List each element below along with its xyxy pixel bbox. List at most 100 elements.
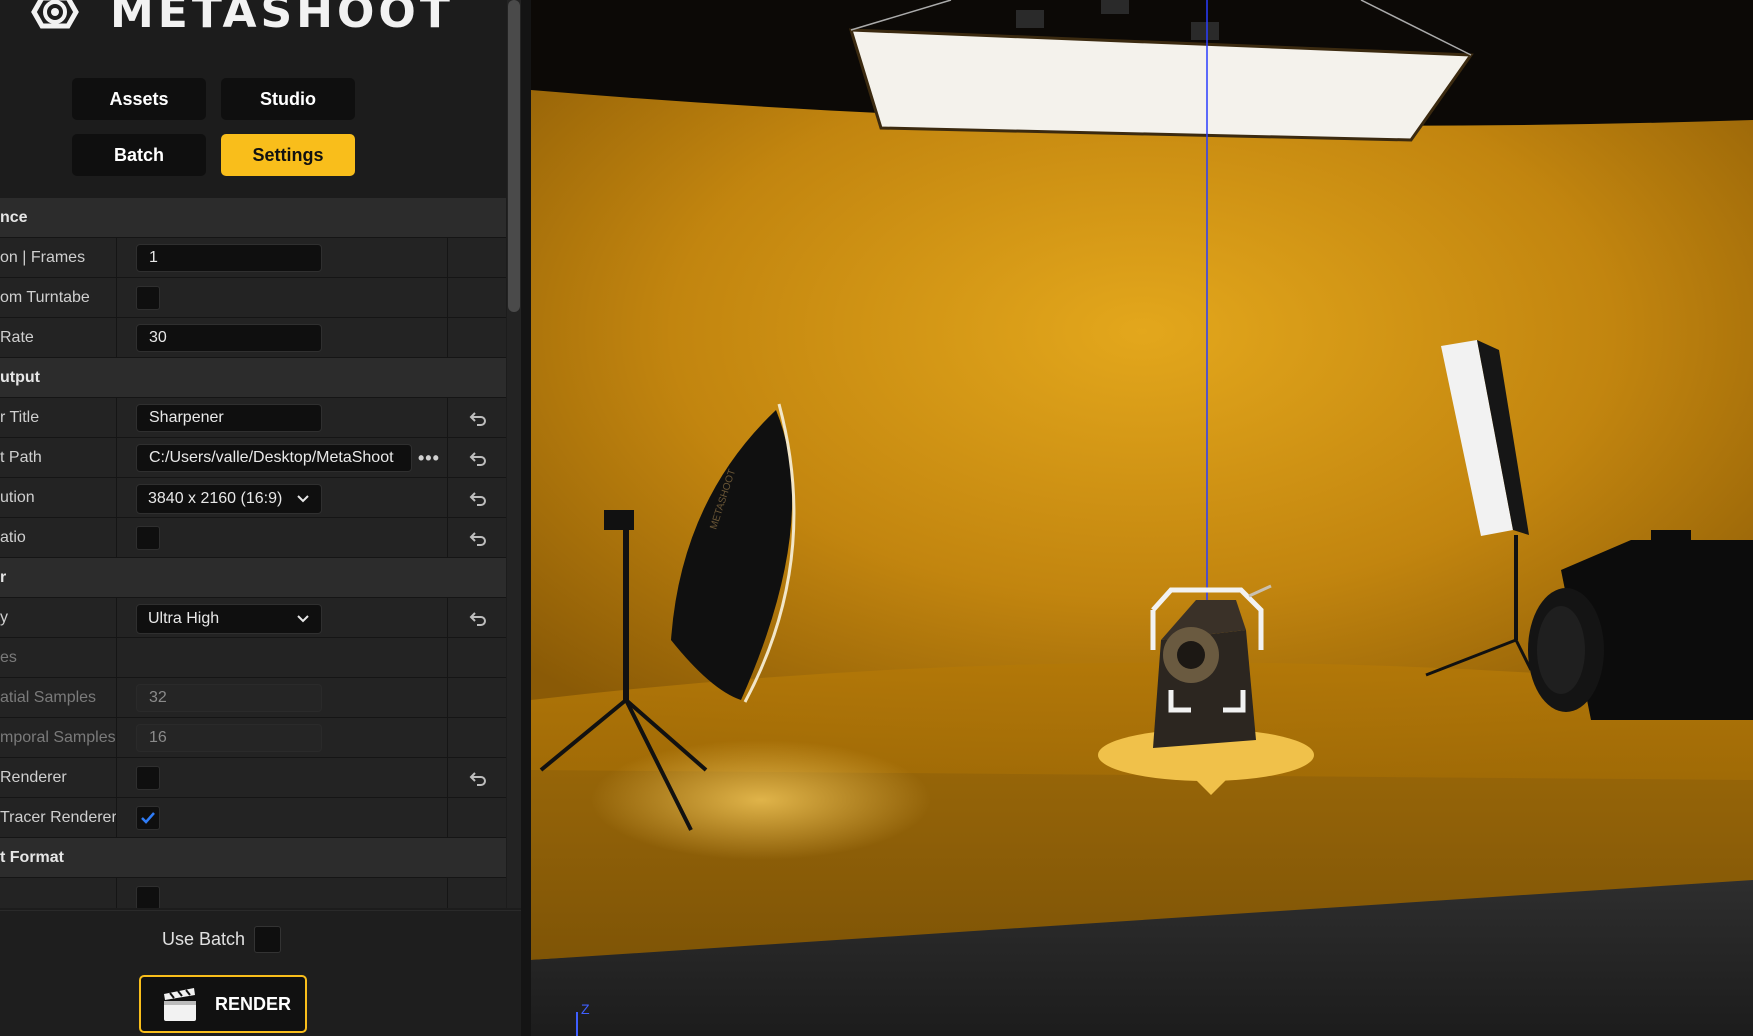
resolution-dropdown[interactable]: 3840 x 2160 (16:9): [136, 484, 322, 514]
row-resolution: ution 3840 x 2160 (16:9): [0, 478, 506, 518]
aspect-ratio-cell: [118, 518, 448, 558]
render-button-label: RENDER: [215, 993, 292, 1014]
camera-logo-icon: [31, 0, 79, 29]
row-format-partial: [0, 878, 506, 908]
tab-settings[interactable]: Settings: [221, 134, 355, 176]
aspect-ratio-checkbox[interactable]: [136, 526, 160, 550]
section-renderer[interactable]: r: [0, 558, 506, 598]
section-sequence[interactable]: nce: [0, 198, 506, 238]
row-aspect-ratio: atio: [0, 518, 506, 558]
row-output-path: t Path C:/Users/valle/Desktop/MetaShoot …: [0, 438, 506, 478]
section-output-title: utput: [0, 369, 40, 386]
reset-cell: [449, 718, 506, 758]
section-renderer-title: r: [0, 569, 7, 586]
custom-turntable-cell: [118, 278, 448, 318]
resolution-selected: 3840 x 2160 (16:9): [148, 490, 283, 507]
spatial-samples-label: atial Samples: [0, 678, 117, 718]
section-output-format[interactable]: t Format: [0, 838, 506, 878]
reset-cell: [449, 678, 506, 718]
custom-turntable-label: om Turntabe: [0, 278, 117, 318]
row-path-renderer: Renderer: [0, 758, 506, 798]
quality-cell: Ultra High: [118, 598, 448, 638]
spatial-samples-cell: 32: [118, 678, 448, 718]
frame-rate-input[interactable]: 30: [136, 324, 322, 352]
row-frame-rate: Rate 30: [0, 318, 506, 358]
row-temporal-samples: mporal Samples 16: [0, 718, 506, 758]
output-path-cell: C:/Users/valle/Desktop/MetaShoot •••: [118, 438, 448, 478]
render-button[interactable]: RENDER: [139, 975, 307, 1033]
quality-reset-button[interactable]: [449, 598, 506, 638]
row-samples: es: [0, 638, 506, 678]
section-output[interactable]: utput: [0, 358, 506, 398]
scrollbar-thumb[interactable]: [508, 0, 520, 312]
chevron-down-icon: [297, 615, 309, 623]
path-tracer-checkbox[interactable]: [136, 806, 160, 830]
format-partial-label: [0, 878, 117, 908]
duration-frames-label: on | Frames: [0, 238, 117, 278]
reset-arrow-icon: [469, 452, 486, 466]
output-path-input[interactable]: C:/Users/valle/Desktop/MetaShoot: [136, 444, 412, 472]
path-renderer-reset-button[interactable]: [449, 758, 506, 798]
settings-panel: METASHOOT Assets Studio Batch Settings n…: [0, 0, 525, 1036]
reset-cell: [449, 318, 506, 358]
floor-light-spot: [591, 740, 931, 860]
reset-arrow-icon: [469, 772, 486, 786]
temporal-samples-label: mporal Samples: [0, 718, 117, 758]
settings-list: nce on | Frames 1 om Turntabe Rate 30 ut…: [0, 198, 506, 908]
render-title-input[interactable]: Sharpener: [136, 404, 322, 432]
format-partial-cell: [118, 878, 448, 908]
clapperboard-icon: [164, 988, 196, 1021]
quality-selected: Ultra High: [148, 610, 220, 627]
reset-cell: [449, 878, 506, 908]
custom-turntable-checkbox[interactable]: [136, 286, 160, 310]
resolution-cell: 3840 x 2160 (16:9): [118, 478, 448, 518]
resolution-reset-button[interactable]: [449, 478, 506, 518]
output-path-reset-button[interactable]: [449, 438, 506, 478]
reset-arrow-icon: [469, 532, 486, 546]
row-duration-frames: on | Frames 1: [0, 238, 506, 278]
tab-assets[interactable]: Assets: [72, 78, 206, 120]
tab-batch[interactable]: Batch: [72, 134, 206, 176]
temporal-samples-input: 16: [136, 724, 322, 752]
row-render-title: r Title Sharpener: [0, 398, 506, 438]
format-checkbox[interactable]: [136, 886, 160, 908]
browse-path-button[interactable]: •••: [418, 448, 440, 469]
render-title-reset-button[interactable]: [449, 398, 506, 438]
panel-splitter[interactable]: [521, 0, 531, 1036]
brand-wordmark: METASHOOT: [110, 0, 454, 38]
use-batch-checkbox[interactable]: [254, 926, 281, 953]
temporal-samples-cell: 16: [118, 718, 448, 758]
tab-studio[interactable]: Studio: [221, 78, 355, 120]
samples-cell: [118, 638, 448, 678]
axis-z-label: Z: [581, 1001, 590, 1017]
reset-arrow-icon: [469, 412, 486, 426]
path-tracer-label: Tracer Renderer: [0, 798, 117, 838]
frame-rate-cell: 30: [118, 318, 448, 358]
frame-rate-label: Rate: [0, 318, 117, 358]
path-tracer-cell: [118, 798, 448, 838]
section-sequence-title: nce: [0, 209, 28, 226]
path-renderer-cell: [118, 758, 448, 798]
studio-viewport[interactable]: METASHOOT Z: [531, 0, 1753, 1036]
render-footer: Use Batch RENDER: [0, 910, 525, 1036]
reset-cell: [449, 238, 506, 278]
render-title-cell: Sharpener: [118, 398, 448, 438]
samples-label: es: [0, 638, 117, 678]
quality-dropdown[interactable]: Ultra High: [136, 604, 322, 634]
row-quality: y Ultra High: [0, 598, 506, 638]
app-logo: METASHOOT: [20, 0, 454, 42]
studio-scene: METASHOOT Z: [531, 0, 1753, 1036]
use-batch-label: Use Batch: [162, 929, 246, 949]
render-title-label: r Title: [0, 398, 117, 438]
path-renderer-checkbox[interactable]: [136, 766, 160, 790]
duration-frames-input[interactable]: 1: [136, 244, 322, 272]
chevron-down-icon: [297, 495, 309, 503]
spatial-samples-input: 32: [136, 684, 322, 712]
duration-value-cell: 1: [118, 238, 448, 278]
reset-cell: [449, 798, 506, 838]
aspect-ratio-reset-button[interactable]: [449, 518, 506, 558]
resolution-label: ution: [0, 478, 117, 518]
aspect-ratio-label: atio: [0, 518, 117, 558]
reset-cell: [449, 638, 506, 678]
row-custom-turntable: om Turntabe: [0, 278, 506, 318]
